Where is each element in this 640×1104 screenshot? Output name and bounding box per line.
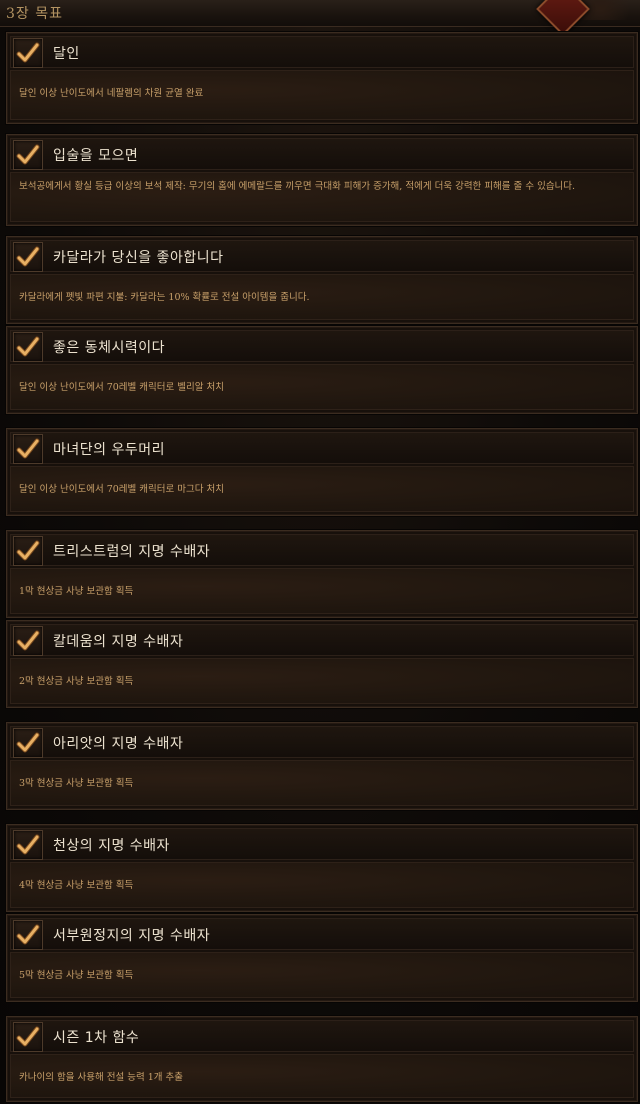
completed-checkbox bbox=[13, 140, 43, 170]
objective-header: 아리앗의 지명 수배자 bbox=[10, 726, 634, 758]
chapter-header: 3장 목표 bbox=[0, 0, 640, 36]
objective-description: 카나이의 함을 사용해 전설 능력 1개 추출 bbox=[19, 1072, 184, 1083]
objective-description: 5막 현상금 사냥 보관함 획득 bbox=[19, 970, 134, 981]
check-icon bbox=[16, 438, 40, 459]
check-icon bbox=[16, 924, 40, 945]
completed-checkbox bbox=[13, 38, 43, 68]
objective-title: 시즌 1차 함수 bbox=[53, 1030, 140, 1046]
check-icon bbox=[16, 336, 40, 357]
objective-header: 입술을 모으면 bbox=[10, 138, 634, 170]
objective-card[interactable]: 달인 달인 이상 난이도에서 네팔렘의 차원 균열 완료 bbox=[6, 32, 638, 124]
objective-body: 4막 현상금 사냥 보관함 획득 bbox=[10, 862, 634, 908]
completed-checkbox bbox=[13, 830, 43, 860]
objective-card[interactable]: 좋은 동체시력이다 달인 이상 난이도에서 70레벨 캐릭터로 벨리알 처치 bbox=[6, 326, 638, 414]
objective-description: 달인 이상 난이도에서 70레벨 캐릭터로 벨리알 처치 bbox=[19, 382, 225, 393]
objective-card[interactable]: 아리앗의 지명 수배자 3막 현상금 사냥 보관함 획득 bbox=[6, 722, 638, 810]
objective-description: 보석공에게서 황실 등급 이상의 보석 제작: 무기의 홈에 에메랄드를 끼우면… bbox=[19, 181, 576, 192]
completed-checkbox bbox=[13, 626, 43, 656]
check-icon bbox=[16, 42, 40, 63]
completed-checkbox bbox=[13, 242, 43, 272]
objective-header: 시즌 1차 함수 bbox=[10, 1020, 634, 1052]
objective-title: 트리스트럼의 지명 수배자 bbox=[53, 544, 211, 560]
objective-title: 좋은 동체시력이다 bbox=[53, 340, 165, 356]
check-icon bbox=[16, 1026, 40, 1047]
objective-header: 칼데움의 지명 수배자 bbox=[10, 624, 634, 656]
objective-header: 달인 bbox=[10, 36, 634, 68]
objective-header: 트리스트럼의 지명 수배자 bbox=[10, 534, 634, 566]
objective-card[interactable]: 천상의 지명 수배자 4막 현상금 사냥 보관함 획득 bbox=[6, 824, 638, 912]
objective-card[interactable]: 카달라가 당신을 좋아합니다 카달라에게 펫빛 파편 지불: 카달라는 10% … bbox=[6, 236, 638, 324]
objective-body: 달인 이상 난이도에서 70레벨 캐릭터로 벨리알 처치 bbox=[10, 364, 634, 410]
objective-header: 마녀단의 우두머리 bbox=[10, 432, 634, 464]
objective-description: 3막 현상금 사냥 보관함 획득 bbox=[19, 778, 134, 789]
check-icon bbox=[16, 540, 40, 561]
objective-body: 2막 현상금 사냥 보관함 획득 bbox=[10, 658, 634, 704]
objective-title: 서부원정지의 지명 수배자 bbox=[53, 928, 211, 944]
objective-title: 아리앗의 지명 수배자 bbox=[53, 736, 184, 752]
completed-checkbox bbox=[13, 434, 43, 464]
completed-checkbox bbox=[13, 920, 43, 950]
objective-title: 천상의 지명 수배자 bbox=[53, 838, 170, 854]
objective-body: 보석공에게서 황실 등급 이상의 보석 제작: 무기의 홈에 에메랄드를 끼우면… bbox=[10, 172, 634, 222]
objective-card[interactable]: 서부원정지의 지명 수배자 5막 현상금 사냥 보관함 획득 bbox=[6, 914, 638, 1002]
objective-body: 달인 이상 난이도에서 70레벨 캐릭터로 마그다 처치 bbox=[10, 466, 634, 512]
completed-checkbox bbox=[13, 1022, 43, 1052]
objective-header: 천상의 지명 수배자 bbox=[10, 828, 634, 860]
chapter-title: 3장 목표 bbox=[6, 6, 63, 22]
objective-title: 입술을 모으면 bbox=[53, 148, 139, 164]
objective-body: 3막 현상금 사냥 보관함 획득 bbox=[10, 760, 634, 806]
objective-description: 1막 현상금 사냥 보관함 획득 bbox=[19, 586, 134, 597]
objective-title: 카달라가 당신을 좋아합니다 bbox=[53, 250, 224, 266]
objective-card[interactable]: 입술을 모으면 보석공에게서 황실 등급 이상의 보석 제작: 무기의 홈에 에… bbox=[6, 134, 638, 226]
completed-checkbox bbox=[13, 332, 43, 362]
check-icon bbox=[16, 246, 40, 267]
completed-checkbox bbox=[13, 536, 43, 566]
check-icon bbox=[16, 630, 40, 651]
objective-header: 좋은 동체시력이다 bbox=[10, 330, 634, 362]
objective-title: 마녀단의 우두머리 bbox=[53, 442, 165, 458]
objective-description: 달인 이상 난이도에서 70레벨 캐릭터로 마그다 처치 bbox=[19, 484, 225, 495]
objective-description: 4막 현상금 사냥 보관함 획득 bbox=[19, 880, 134, 891]
objective-description: 2막 현상금 사냥 보관함 획득 bbox=[19, 676, 134, 687]
objective-title: 칼데움의 지명 수배자 bbox=[53, 634, 184, 650]
season-objectives-panel: 3장 목표 달인 달인 이상 난이도에서 네팔렘의 차원 균열 완료 입술을 모… bbox=[0, 0, 640, 1104]
check-icon bbox=[16, 144, 40, 165]
objective-title: 달인 bbox=[53, 46, 80, 62]
objective-body: 달인 이상 난이도에서 네팔렘의 차원 균열 완료 bbox=[10, 70, 634, 120]
objective-body: 5막 현상금 사냥 보관함 획득 bbox=[10, 952, 634, 998]
objective-card[interactable]: 트리스트럼의 지명 수배자 1막 현상금 사냥 보관함 획득 bbox=[6, 530, 638, 618]
completed-checkbox bbox=[13, 728, 43, 758]
objective-header: 서부원정지의 지명 수배자 bbox=[10, 918, 634, 950]
objective-body: 카나이의 함을 사용해 전설 능력 1개 추출 bbox=[10, 1054, 634, 1098]
objective-description: 카달라에게 펫빛 파편 지불: 카달라는 10% 확률로 전설 아이템을 줍니다… bbox=[19, 292, 310, 303]
objective-body: 1막 현상금 사냥 보관함 획득 bbox=[10, 568, 634, 614]
check-icon bbox=[16, 834, 40, 855]
check-icon bbox=[16, 732, 40, 753]
objective-description: 달인 이상 난이도에서 네팔렘의 차원 균열 완료 bbox=[19, 88, 204, 99]
objective-card[interactable]: 마녀단의 우두머리 달인 이상 난이도에서 70레벨 캐릭터로 마그다 처치 bbox=[6, 428, 638, 516]
objective-card[interactable]: 시즌 1차 함수 카나이의 함을 사용해 전설 능력 1개 추출 bbox=[6, 1016, 638, 1102]
objective-header: 카달라가 당신을 좋아합니다 bbox=[10, 240, 634, 272]
objective-body: 카달라에게 펫빛 파편 지불: 카달라는 10% 확률로 전설 아이템을 줍니다… bbox=[10, 274, 634, 320]
objective-card[interactable]: 칼데움의 지명 수배자 2막 현상금 사냥 보관함 획득 bbox=[6, 620, 638, 708]
